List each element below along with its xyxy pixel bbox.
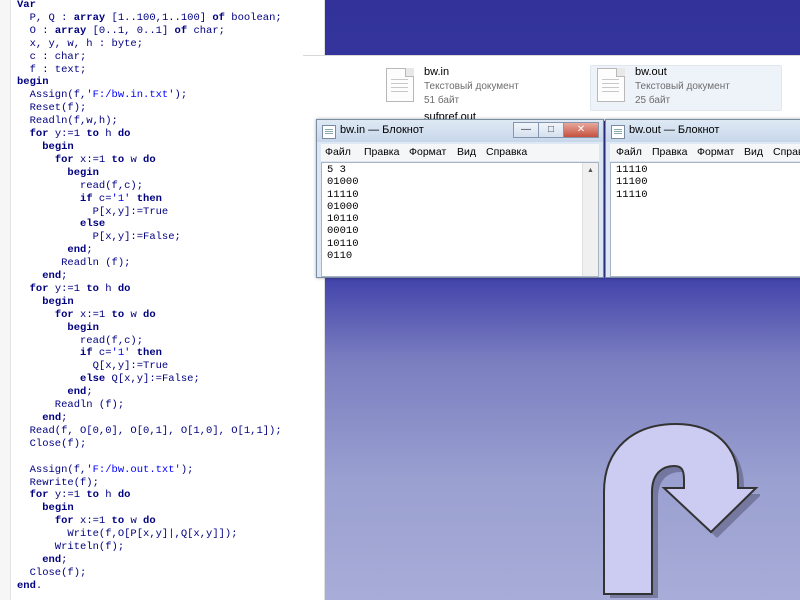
- file-content: 11110 11100 11110: [616, 164, 648, 201]
- menu-file[interactable]: Файл: [616, 146, 642, 158]
- notepad-window-bw-out[interactable]: bw.out — Блокнот Файл Правка Формат Вид …: [605, 119, 800, 278]
- menu-format[interactable]: Формат: [697, 146, 734, 158]
- file-name: bw.out: [635, 66, 667, 78]
- curved-return-arrow-icon: [603, 422, 760, 598]
- maximize-button[interactable]: □: [538, 122, 564, 138]
- menu-view[interactable]: Вид: [457, 146, 476, 158]
- menu-edit[interactable]: Правка: [652, 146, 687, 158]
- vertical-scrollbar[interactable]: ▲: [582, 163, 598, 276]
- file-size: 51 байт: [424, 95, 460, 106]
- arrow-body: [603, 422, 759, 595]
- minimize-button[interactable]: —: [513, 122, 539, 138]
- menu-help[interactable]: Справка: [486, 146, 527, 158]
- file-type: Текстовый документ: [424, 81, 519, 92]
- menu-edit[interactable]: Правка: [364, 146, 399, 158]
- code-editor-panel: Var P, Q : array [1..100,1..100] of bool…: [0, 0, 325, 600]
- notepad-icon: [611, 125, 625, 139]
- file-explorer-strip: bw.in Текстовый документ 51 байт bw.out …: [303, 55, 800, 123]
- text-edit-area[interactable]: 5 3 01000 11110 01000 10110 00010 10110 …: [321, 162, 599, 277]
- menu-help[interactable]: Справ: [773, 146, 800, 158]
- menu-file[interactable]: Файл: [325, 146, 351, 158]
- menu-bar: Файл Правка Формат Вид Справка: [321, 144, 599, 161]
- window-title: bw.in — Блокнот: [340, 124, 424, 136]
- file-name: bw.in: [424, 66, 450, 78]
- file-size: 25 байт: [635, 95, 671, 106]
- menu-bar: Файл Правка Формат Вид Справ: [610, 144, 800, 161]
- close-button[interactable]: ✕: [563, 122, 599, 138]
- menu-view[interactable]: Вид: [744, 146, 763, 158]
- notepad-window-bw-in[interactable]: bw.in — Блокнот — □ ✕ Файл Правка Формат…: [316, 119, 604, 278]
- text-document-icon: [597, 68, 625, 102]
- notepad-icon: [322, 125, 336, 139]
- window-title: bw.out — Блокнот: [629, 124, 720, 136]
- text-edit-area[interactable]: 11110 11100 11110: [610, 162, 800, 277]
- file-content: 5 3 01000 11110 01000 10110 00010 10110 …: [327, 164, 359, 263]
- window-titlebar[interactable]: bw.in — Блокнот — □ ✕: [317, 120, 603, 142]
- code-gutter: [0, 0, 11, 600]
- window-titlebar[interactable]: bw.out — Блокнот: [606, 120, 800, 142]
- pascal-code[interactable]: Var P, Q : array [1..100,1..100] of bool…: [17, 0, 282, 593]
- scroll-up-arrow-icon[interactable]: ▲: [587, 167, 594, 174]
- text-document-icon: [386, 68, 414, 102]
- file-type: Текстовый документ: [635, 81, 730, 92]
- menu-format[interactable]: Формат: [409, 146, 446, 158]
